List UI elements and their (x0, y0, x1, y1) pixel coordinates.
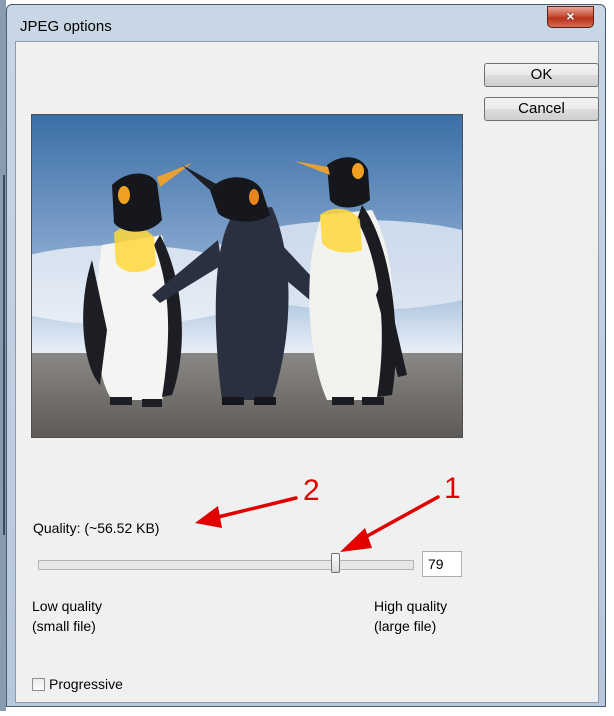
low-quality-label: Low quality (small file) (32, 596, 102, 636)
image-preview (31, 114, 463, 438)
quality-label: Quality: (~56.52 KB) (33, 520, 160, 536)
dialog-body: OK Cancel Quality: (~56.52 KB) 79 Low qu… (15, 41, 599, 703)
high-quality-label: High quality (large file) (374, 596, 447, 636)
cancel-button[interactable]: Cancel (484, 97, 599, 121)
desktop-edge-right (608, 0, 614, 711)
quality-value-input[interactable]: 79 (422, 551, 462, 577)
title-bar[interactable]: JPEG options × (7, 5, 605, 41)
penguins-image (32, 115, 462, 437)
progressive-checkbox[interactable] (32, 678, 45, 691)
close-icon: × (566, 8, 575, 24)
progressive-option[interactable]: Progressive (32, 676, 123, 692)
window-title: JPEG options (20, 18, 112, 35)
low-quality-line1: Low quality (32, 598, 103, 614)
quality-slider[interactable] (38, 550, 414, 578)
ok-button[interactable]: OK (484, 63, 599, 87)
progressive-label: Progressive (49, 676, 123, 692)
high-quality-line1: High quality (374, 598, 448, 614)
close-button[interactable]: × (547, 6, 594, 28)
low-quality-line2: (small file) (32, 618, 96, 634)
slider-track[interactable] (38, 560, 414, 570)
jpeg-options-dialog: JPEG options × OK Cancel Quality: (~56.5… (6, 4, 606, 707)
high-quality-line2: (large file) (374, 618, 437, 634)
slider-thumb[interactable] (331, 553, 341, 573)
desktop-edge-line (3, 175, 5, 535)
